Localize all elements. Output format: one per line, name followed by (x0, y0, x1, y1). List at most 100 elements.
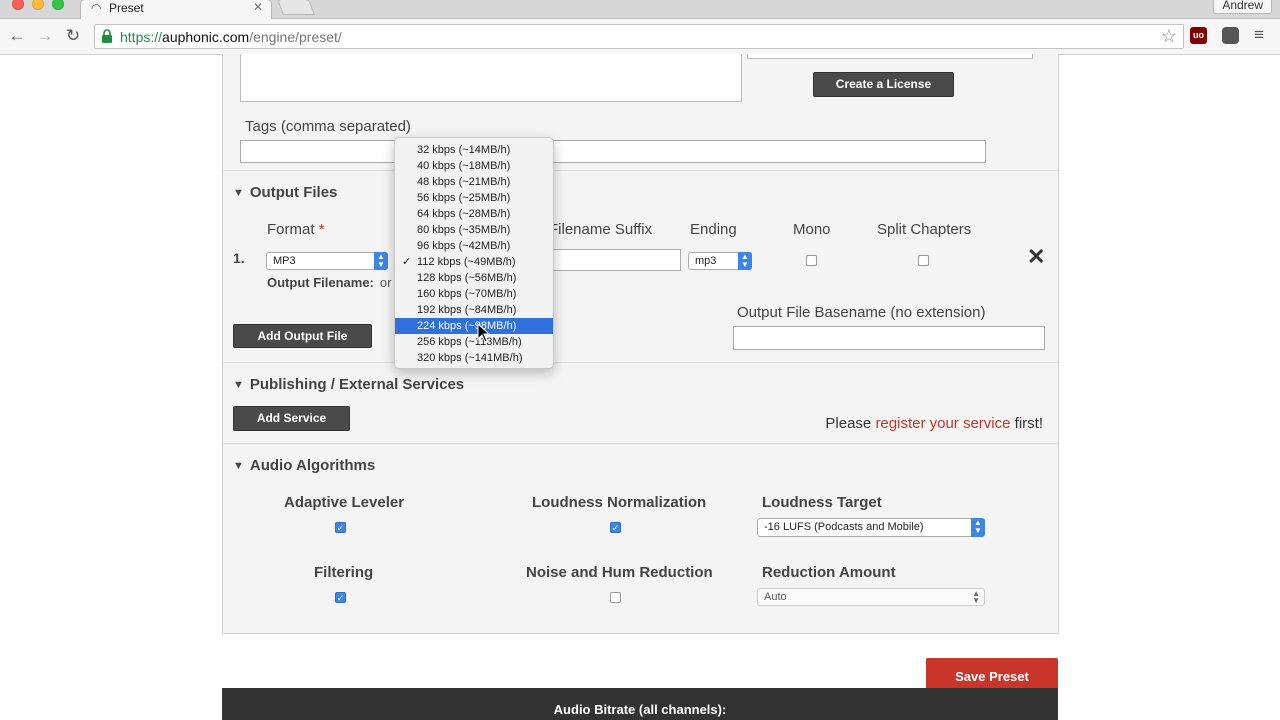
output-row-number: 1. (233, 250, 245, 266)
filename-suffix-column-header: Filename Suffix (549, 221, 653, 238)
bitrate-option[interactable]: 32 kbps (~14MB/h) (395, 142, 553, 158)
bitrate-option-label: 48 kbps (~21MB/h) (417, 176, 511, 188)
mono-column-header: Mono (793, 221, 831, 238)
bitrate-option[interactable]: 56 kbps (~25MB/h) (395, 190, 553, 206)
collapse-triangle-icon: ▼ (233, 379, 244, 391)
publishing-section-toggle[interactable]: ▼ Publishing / External Services (233, 376, 464, 393)
filtering-checkbox[interactable]: ✓ (335, 592, 346, 603)
pocket-extension-icon[interactable] (1222, 27, 1239, 44)
close-window-button[interactable] (12, 0, 24, 10)
loudness-normalization-checkbox[interactable]: ✓ (610, 522, 621, 533)
register-service-notice: Please register your service first! (825, 415, 1043, 432)
adaptive-leveler-checkbox[interactable]: ✓ (335, 522, 346, 533)
description-textarea[interactable] (240, 54, 742, 102)
bitrate-option[interactable]: 64 kbps (~28MB/h) (395, 206, 553, 222)
select-arrows-icon: ▲ ▼ (971, 518, 985, 537)
checkmark-icon: ✓ (402, 256, 412, 268)
mouse-cursor-icon (477, 322, 491, 343)
split-chapters-column-header: Split Chapters (877, 221, 972, 238)
auphonic-favicon-icon: ◠ (91, 1, 102, 15)
filename-suffix-input[interactable] (541, 249, 681, 271)
url-text: https://auphonic.com/engine/preset/ (120, 29, 342, 45)
basename-input[interactable] (733, 326, 1045, 350)
bitrate-option-label: 256 kbps (~113MB/h) (417, 336, 522, 348)
output-files-section-toggle[interactable]: ▼ Output Files (233, 184, 337, 201)
collapse-triangle-icon: ▼ (233, 460, 244, 472)
minimize-window-button[interactable] (32, 0, 44, 10)
filtering-label: Filtering (314, 564, 374, 581)
ending-column-header: Ending (690, 221, 737, 238)
address-bar[interactable]: https://auphonic.com/engine/preset/ ☆ (94, 24, 1184, 49)
bitrate-option-label: 192 kbps (~84MB/h) (417, 304, 517, 316)
basename-label: Output File Basename (no extension) (737, 304, 986, 321)
bitrate-option[interactable]: 128 kbps (~56MB/h) (395, 270, 553, 286)
bitrate-option[interactable]: 96 kbps (~42MB/h) (395, 238, 553, 254)
bitrate-option-label: 320 kbps (~141MB/h) (417, 352, 523, 364)
bitrate-option[interactable]: 40 kbps (~18MB/h) (395, 158, 553, 174)
forward-icon[interactable]: → (34, 26, 56, 46)
remove-output-file-icon[interactable]: ✕ (1027, 244, 1045, 270)
tab-close-icon[interactable]: ✕ (253, 0, 263, 14)
bitrate-option[interactable]: 48 kbps (~21MB/h) (395, 174, 553, 190)
ending-select[interactable]: mp3 ▲ ▼ (688, 252, 752, 270)
bitrate-option-label: 32 kbps (~14MB/h) (417, 144, 511, 156)
bitrate-option-label: 64 kbps (~28MB/h) (417, 208, 511, 220)
bitrate-option-label: 128 kbps (~56MB/h) (417, 272, 517, 284)
bitrate-option[interactable]: ✓ 112 kbps (~49MB/h) (395, 254, 553, 270)
output-filename: Output Filename: or (267, 275, 392, 290)
noise-hum-reduction-label: Noise and Hum Reduction (526, 564, 713, 581)
bitrate-option[interactable]: 224 kbps (~98MB/h) (395, 318, 553, 334)
add-output-file-button[interactable]: Add Output File (233, 324, 372, 348)
bitrate-option-label: 80 kbps (~35MB/h) (417, 224, 511, 236)
bitrate-option-label: 112 kbps (~49MB/h) (417, 256, 516, 268)
create-license-button[interactable]: Create a License (813, 72, 954, 97)
page-content: Create a License Tags (comma separated) … (0, 54, 1280, 720)
select-arrows-icon: ▲ ▼ (972, 589, 980, 605)
format-column-header: Format * (267, 221, 325, 238)
ublock-extension-icon[interactable]: uo (1190, 27, 1207, 44)
license-field[interactable] (747, 54, 1033, 59)
tags-input[interactable] (240, 140, 986, 163)
bitrate-option-label: 160 kbps (~70MB/h) (417, 288, 517, 300)
reduction-amount-select[interactable]: Auto ▲ ▼ (757, 588, 985, 606)
collapse-triangle-icon: ▼ (233, 187, 244, 199)
loudness-normalization-label: Loudness Normalization (532, 494, 707, 511)
adaptive-leveler-label: Adaptive Leveler (284, 494, 405, 511)
select-arrows-icon: ▲ ▼ (374, 252, 388, 270)
noise-hum-reduction-checkbox[interactable] (610, 592, 621, 603)
browser-tab[interactable]: ◠ Preset ✕ (80, 0, 272, 19)
tags-label: Tags (comma separated) (245, 118, 411, 135)
add-service-button[interactable]: Add Service (233, 406, 350, 431)
reload-icon[interactable]: ↻ (62, 26, 84, 46)
preset-form-panel: Create a License Tags (comma separated) … (222, 54, 1059, 634)
divider (223, 362, 1058, 363)
bitrate-option[interactable]: 160 kbps (~70MB/h) (395, 286, 553, 302)
loudness-target-select[interactable]: -16 LUFS (Podcasts and Mobile) ▲ ▼ (757, 518, 985, 537)
bitrate-option[interactable]: 320 kbps (~141MB/h) (395, 350, 553, 366)
bitrate-dropdown-menu[interactable]: 32 kbps (~14MB/h) 40 kbps (~18MB/h) 48 kbp… (394, 137, 554, 369)
divider (223, 443, 1058, 444)
bitrate-option[interactable]: 192 kbps (~84MB/h) (395, 302, 553, 318)
tab-title: Preset (109, 1, 144, 15)
bitrate-option-label: 56 kbps (~25MB/h) (417, 192, 511, 204)
divider (223, 170, 1058, 171)
bitrate-option-label: 40 kbps (~18MB/h) (417, 160, 511, 172)
format-select[interactable]: MP3 ▲ ▼ (266, 252, 388, 270)
audio-algorithms-section-toggle[interactable]: ▼ Audio Algorithms (233, 457, 375, 474)
bitrate-footer: Audio Bitrate (all channels): (222, 688, 1058, 720)
bookmark-star-icon[interactable]: ☆ (1161, 26, 1177, 47)
browser-menu-icon[interactable]: ≡ (1254, 25, 1264, 45)
back-icon[interactable]: ← (6, 26, 28, 46)
split-chapters-checkbox[interactable] (918, 255, 929, 266)
reduction-amount-label: Reduction Amount (762, 564, 896, 581)
bitrate-option[interactable]: 80 kbps (~35MB/h) (395, 222, 553, 238)
profile-button[interactable]: Andrew (1213, 0, 1272, 14)
mono-checkbox[interactable] (806, 255, 817, 266)
register-service-link[interactable]: register your service (875, 415, 1010, 432)
new-tab-button[interactable] (277, 0, 315, 15)
bitrate-option-label: 224 kbps (~98MB/h) (417, 320, 517, 332)
maximize-window-button[interactable] (52, 0, 64, 10)
browser-tabbar: ◠ Preset ✕ Andrew (0, 0, 1280, 19)
bitrate-option[interactable]: 256 kbps (~113MB/h) (395, 334, 553, 350)
select-arrows-icon: ▲ ▼ (738, 252, 752, 270)
